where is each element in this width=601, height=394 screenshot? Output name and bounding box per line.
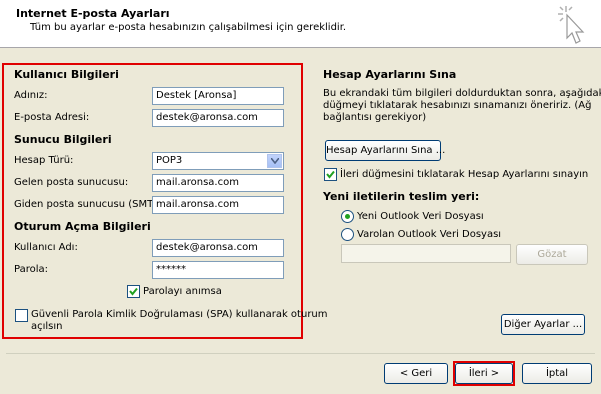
test-description-line3: bağlantısı gerekiyor) [323, 112, 427, 123]
incoming-server-field[interactable]: mail.aronsa.com [152, 174, 284, 192]
pointer-cursor-icon [558, 6, 585, 44]
existing-data-file-radio[interactable] [341, 228, 354, 241]
dialog-header: Internet E-posta Ayarları Tüm bu ayarlar… [0, 0, 601, 48]
auto-test-label: İleri düğmesini tıklatarak Hesap Ayarlar… [340, 169, 589, 180]
new-data-file-radio[interactable] [341, 210, 354, 223]
existing-data-file-label: Varolan Outlook Veri Dosyası [357, 229, 502, 240]
name-label: Adınız: [14, 90, 48, 101]
test-description-line1: Bu ekrandaki tüm bilgileri doldurduktan … [323, 88, 601, 99]
name-field[interactable]: Destek [Aronsa] [152, 87, 284, 105]
spa-label-line1: Güvenli Parola Kimlik Doğrulaması (SPA) … [31, 309, 328, 320]
spa-label-line2: açılsın [31, 321, 63, 332]
outgoing-server-field[interactable]: mail.aronsa.com [152, 196, 284, 214]
chevron-down-icon[interactable] [267, 154, 282, 168]
account-type-label: Hesap Türü: [14, 155, 74, 166]
server-info-section-title: Sunucu Bilgileri [14, 133, 112, 146]
spa-checkbox[interactable] [15, 309, 28, 322]
user-info-section-title: Kullanıcı Bilgileri [14, 68, 119, 81]
more-settings-button[interactable]: Diğer Ayarlar ... [501, 314, 585, 335]
dialog-title: Internet E-posta Ayarları [16, 7, 170, 20]
account-type-select[interactable]: POP3 [152, 152, 284, 170]
outgoing-server-label: Giden posta sunucusu (SMTP): [14, 199, 167, 210]
remember-password-label: Parolayı anımsa [143, 286, 222, 297]
test-settings-section-title: Hesap Ayarlarını Sına [323, 68, 457, 81]
username-label: Kullanıcı Adı: [14, 242, 78, 253]
dialog-subtitle: Tüm bu ayarlar e-posta hesabınızın çalış… [30, 22, 347, 33]
test-description-line2: düğmeyi tıklatarak hesabınızı sınamanızı… [323, 100, 592, 111]
account-type-value: POP3 [156, 155, 183, 166]
checkmark-icon [326, 170, 335, 179]
username-field[interactable]: destek@aronsa.com [152, 239, 284, 257]
data-file-path-field [341, 244, 511, 263]
footer-divider [6, 353, 595, 354]
password-label: Parola: [14, 264, 48, 275]
new-data-file-label: Yeni Outlook Veri Dosyası [357, 211, 484, 222]
delivery-section-title: Yeni iletilerin teslim yeri: [323, 190, 480, 203]
back-button[interactable]: < Geri [384, 363, 448, 384]
email-label: E-posta Adresi: [14, 112, 90, 123]
checkmark-icon [129, 287, 138, 296]
password-field[interactable]: ****** [152, 261, 284, 279]
browse-button: Gözat [516, 244, 588, 265]
test-account-settings-button[interactable]: Hesap Ayarlarını Sına ... [325, 140, 445, 161]
auto-test-checkbox[interactable] [324, 168, 337, 181]
radio-selected-dot [345, 214, 350, 219]
remember-password-checkbox[interactable] [127, 285, 140, 298]
email-field[interactable]: destek@aronsa.com [152, 109, 284, 127]
logon-info-section-title: Oturum Açma Bilgileri [14, 220, 151, 233]
next-button[interactable]: İleri > [455, 363, 513, 384]
incoming-server-label: Gelen posta sunucusu: [14, 177, 129, 188]
cancel-button[interactable]: İptal [522, 363, 592, 384]
